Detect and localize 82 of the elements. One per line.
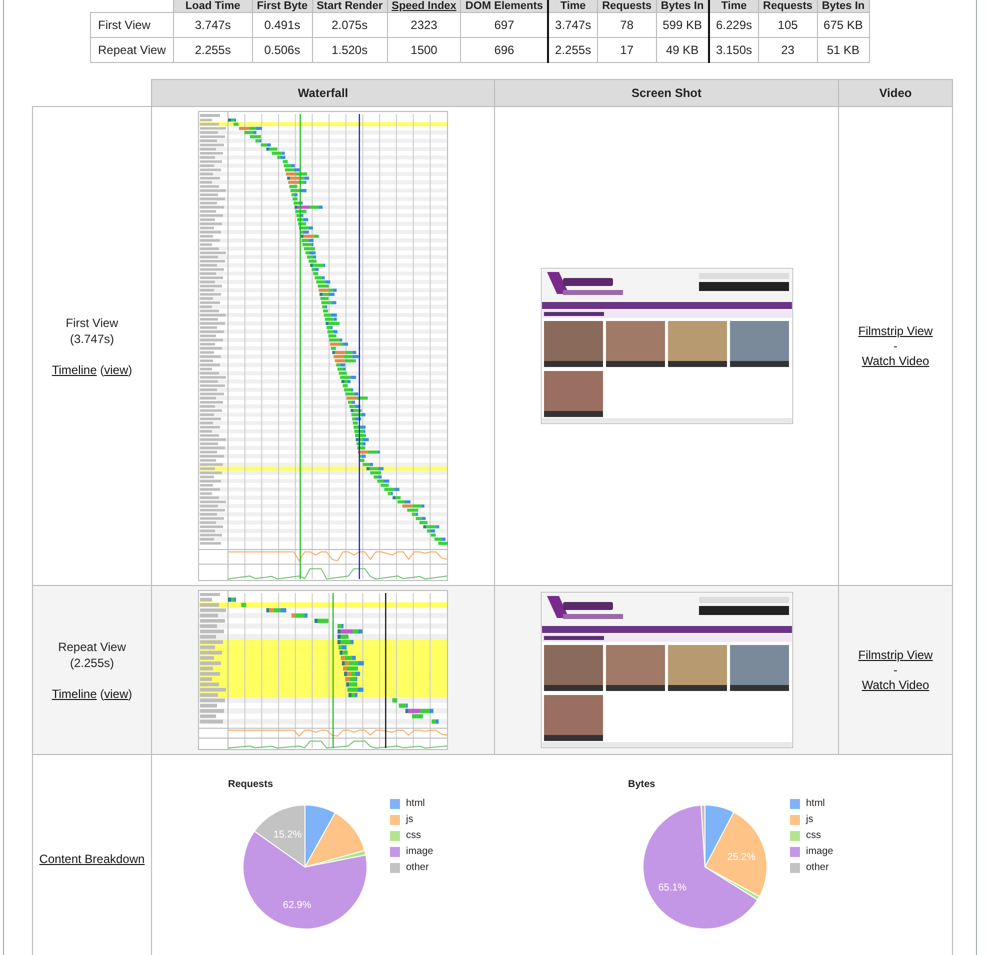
view-title: First View <box>64 315 120 331</box>
table-cell: 51 KB <box>817 38 870 62</box>
column-header: Start Render <box>312 0 388 12</box>
view-title: Repeat View <box>57 639 127 655</box>
table-cell: 0.491s <box>252 12 312 38</box>
legend-label: css <box>806 830 821 842</box>
legend-label: js <box>406 814 414 826</box>
legend-label: html <box>806 798 825 810</box>
view-link-paren: ) <box>128 363 132 377</box>
column-header: Waterfall <box>152 80 494 106</box>
column-header: Time <box>548 0 598 12</box>
row-header: First View <box>90 12 174 38</box>
timeline-link[interactable]: Timeline <box>52 363 97 377</box>
column-header: Requests <box>758 0 818 12</box>
filmstrip-link[interactable]: Filmstrip View <box>858 324 933 338</box>
table-cell: 23 <box>758 38 818 62</box>
table-cell: 49 KB <box>656 38 709 62</box>
load-time: (2.255s) <box>68 655 116 671</box>
view-link-paren: ( <box>100 687 104 701</box>
table-cell: 105 <box>758 12 818 38</box>
legend-label: other <box>406 862 429 874</box>
video-link[interactable]: Watch Video <box>862 678 930 692</box>
table-cell: 697 <box>460 12 548 38</box>
slice-label: 62.9% <box>282 900 312 912</box>
legend-swatch <box>790 831 800 841</box>
slice-label: 15.2% <box>273 829 302 840</box>
column-header: Requests <box>598 0 656 12</box>
legend-label: other <box>806 862 829 874</box>
legend-label: html <box>406 798 425 810</box>
legend-swatch <box>390 863 400 873</box>
view-link[interactable]: view <box>104 363 128 377</box>
table-cell: 78 <box>598 12 656 38</box>
separator: - <box>892 338 898 354</box>
slice-label: 65.1% <box>658 882 687 894</box>
table-cell: 599 KB <box>656 12 709 38</box>
slice-label: 25.2% <box>727 852 756 863</box>
table-cell: 3.150s <box>708 38 759 62</box>
load-time: (3.747s) <box>68 331 116 347</box>
column-header: Bytes In <box>817 0 870 12</box>
legend-label: css <box>406 830 421 842</box>
table-cell: 17 <box>598 38 656 62</box>
legend-swatch <box>790 815 800 825</box>
table-cell: 2.255s <box>548 38 598 62</box>
table-cell: 3.747s <box>548 12 598 38</box>
table-cell: 1500 <box>387 38 461 62</box>
table-cell: 2.075s <box>312 12 388 38</box>
column-header: Time <box>708 0 759 12</box>
chart-title: Bytes <box>628 779 656 790</box>
legend-label: image <box>806 846 834 858</box>
column-header: DOM Elements <box>460 0 548 12</box>
column-header: First Byte <box>252 0 312 12</box>
legend-swatch <box>390 815 400 825</box>
column-header: Screen Shot <box>494 80 838 106</box>
table-cell: 2.255s <box>173 38 252 62</box>
legend-swatch <box>790 799 800 809</box>
legend-swatch <box>390 831 400 841</box>
timeline-link[interactable]: Timeline <box>52 687 97 701</box>
table-cell: 6.229s <box>708 12 759 38</box>
content-breakdown-link[interactable]: Content Breakdown <box>39 852 145 866</box>
legend-swatch <box>390 847 400 857</box>
legend-label: image <box>406 846 434 858</box>
view-link-paren: ) <box>128 687 132 701</box>
legend-swatch <box>790 847 800 857</box>
table-cell: 2323 <box>387 12 461 38</box>
row-header: Repeat View <box>90 38 174 62</box>
column-header: Load Time <box>173 0 252 12</box>
column-header: Video <box>838 80 952 106</box>
legend-swatch <box>790 863 800 873</box>
table-cell: 3.747s <box>173 12 252 38</box>
column-header: Bytes In <box>656 0 709 12</box>
chart-title: Requests <box>228 779 274 790</box>
table-cell: 675 KB <box>817 12 870 38</box>
video-link[interactable]: Watch Video <box>862 354 930 368</box>
legend-swatch <box>390 799 400 809</box>
filmstrip-link[interactable]: Filmstrip View <box>858 648 933 662</box>
table-cell: 0.506s <box>252 38 312 62</box>
separator: - <box>892 662 898 678</box>
table-cell: 696 <box>460 38 548 62</box>
view-link[interactable]: view <box>104 687 128 701</box>
table-cell: 1.520s <box>312 38 388 62</box>
legend-label: js <box>806 814 814 826</box>
view-link-paren: ( <box>100 363 104 377</box>
